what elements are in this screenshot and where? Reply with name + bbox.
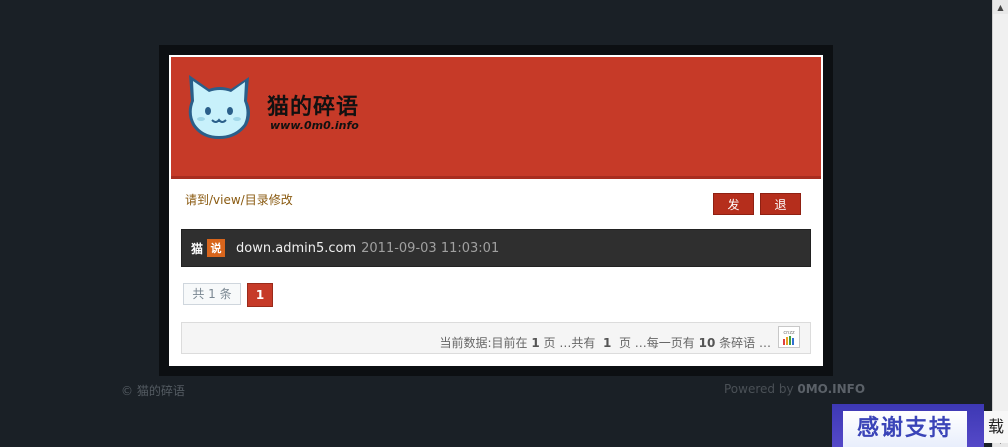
page-number-current[interactable]: 1 — [247, 283, 273, 307]
page-frame: 猫的碎语 www.0m0.info 请到/view/目录修改 发表 退出 猫 说… — [159, 45, 833, 376]
stats-total-pages: 1 — [602, 336, 612, 350]
cat-logo-icon — [188, 75, 250, 139]
stats-bar: 当前数据:目前在 1 页 …共有 1 页 …每一页有 10 条碎语 … cnzz — [181, 322, 811, 354]
publish-button[interactable]: 发表 — [713, 193, 754, 234]
powered-by-prefix: Powered by — [724, 382, 794, 396]
vertical-scrollbar[interactable]: ▲ ▼ — [992, 0, 1008, 447]
thanks-text[interactable]: 感谢支持 — [843, 411, 967, 447]
footer-powered-by: Powered by 0MO.INFO — [724, 382, 865, 396]
entry-author: 猫 — [191, 241, 204, 256]
stats-current-page: 1 — [531, 336, 540, 350]
footer-copyright: © 猫的碎语 — [121, 384, 185, 398]
cnzz-counter-icon[interactable]: cnzz — [778, 326, 800, 348]
breadcrumb[interactable]: 请到/view/目录修改 — [185, 191, 293, 208]
header-banner: 猫的碎语 www.0m0.info — [171, 57, 821, 179]
logout-button[interactable]: 退出 — [760, 193, 801, 234]
entry-text: down.admin5.com — [236, 240, 357, 256]
scroll-up-arrow-icon[interactable]: ▲ — [993, 0, 1008, 14]
stats-page-unit: 页 …共有 — [543, 336, 596, 350]
pager-total: 共 1 条 — [183, 283, 241, 305]
powered-by-brand[interactable]: 0MO.INFO — [797, 382, 865, 396]
thanks-banner[interactable]: 感谢支持 — [832, 404, 984, 447]
say-badge: 说 — [207, 239, 226, 257]
stats-per-page-suffix: 条碎语 … — [719, 336, 771, 350]
thanks-edge-text[interactable]: 载 — [984, 411, 1008, 443]
site-url: www.0m0.info — [270, 119, 359, 132]
stats-text: 当前数据:目前在 1 页 …共有 1 页 …每一页有 10 条碎语 … — [439, 334, 771, 351]
cnzz-label: cnzz — [783, 330, 795, 336]
content-panel: 猫的碎语 www.0m0.info 请到/view/目录修改 发表 退出 猫 说… — [169, 55, 823, 366]
site-title: 猫的碎语 — [267, 95, 360, 120]
stats-per-page: 10 — [698, 336, 716, 350]
list-item: 猫 说 down.admin5.com 2011-09-03 11:03:01 — [181, 229, 811, 267]
entry-timestamp: 2011-09-03 11:03:01 — [361, 240, 500, 256]
stats-prefix: 当前数据:目前在 — [439, 336, 528, 350]
stats-pages-suffix: 页 …每一页有 — [618, 336, 695, 350]
